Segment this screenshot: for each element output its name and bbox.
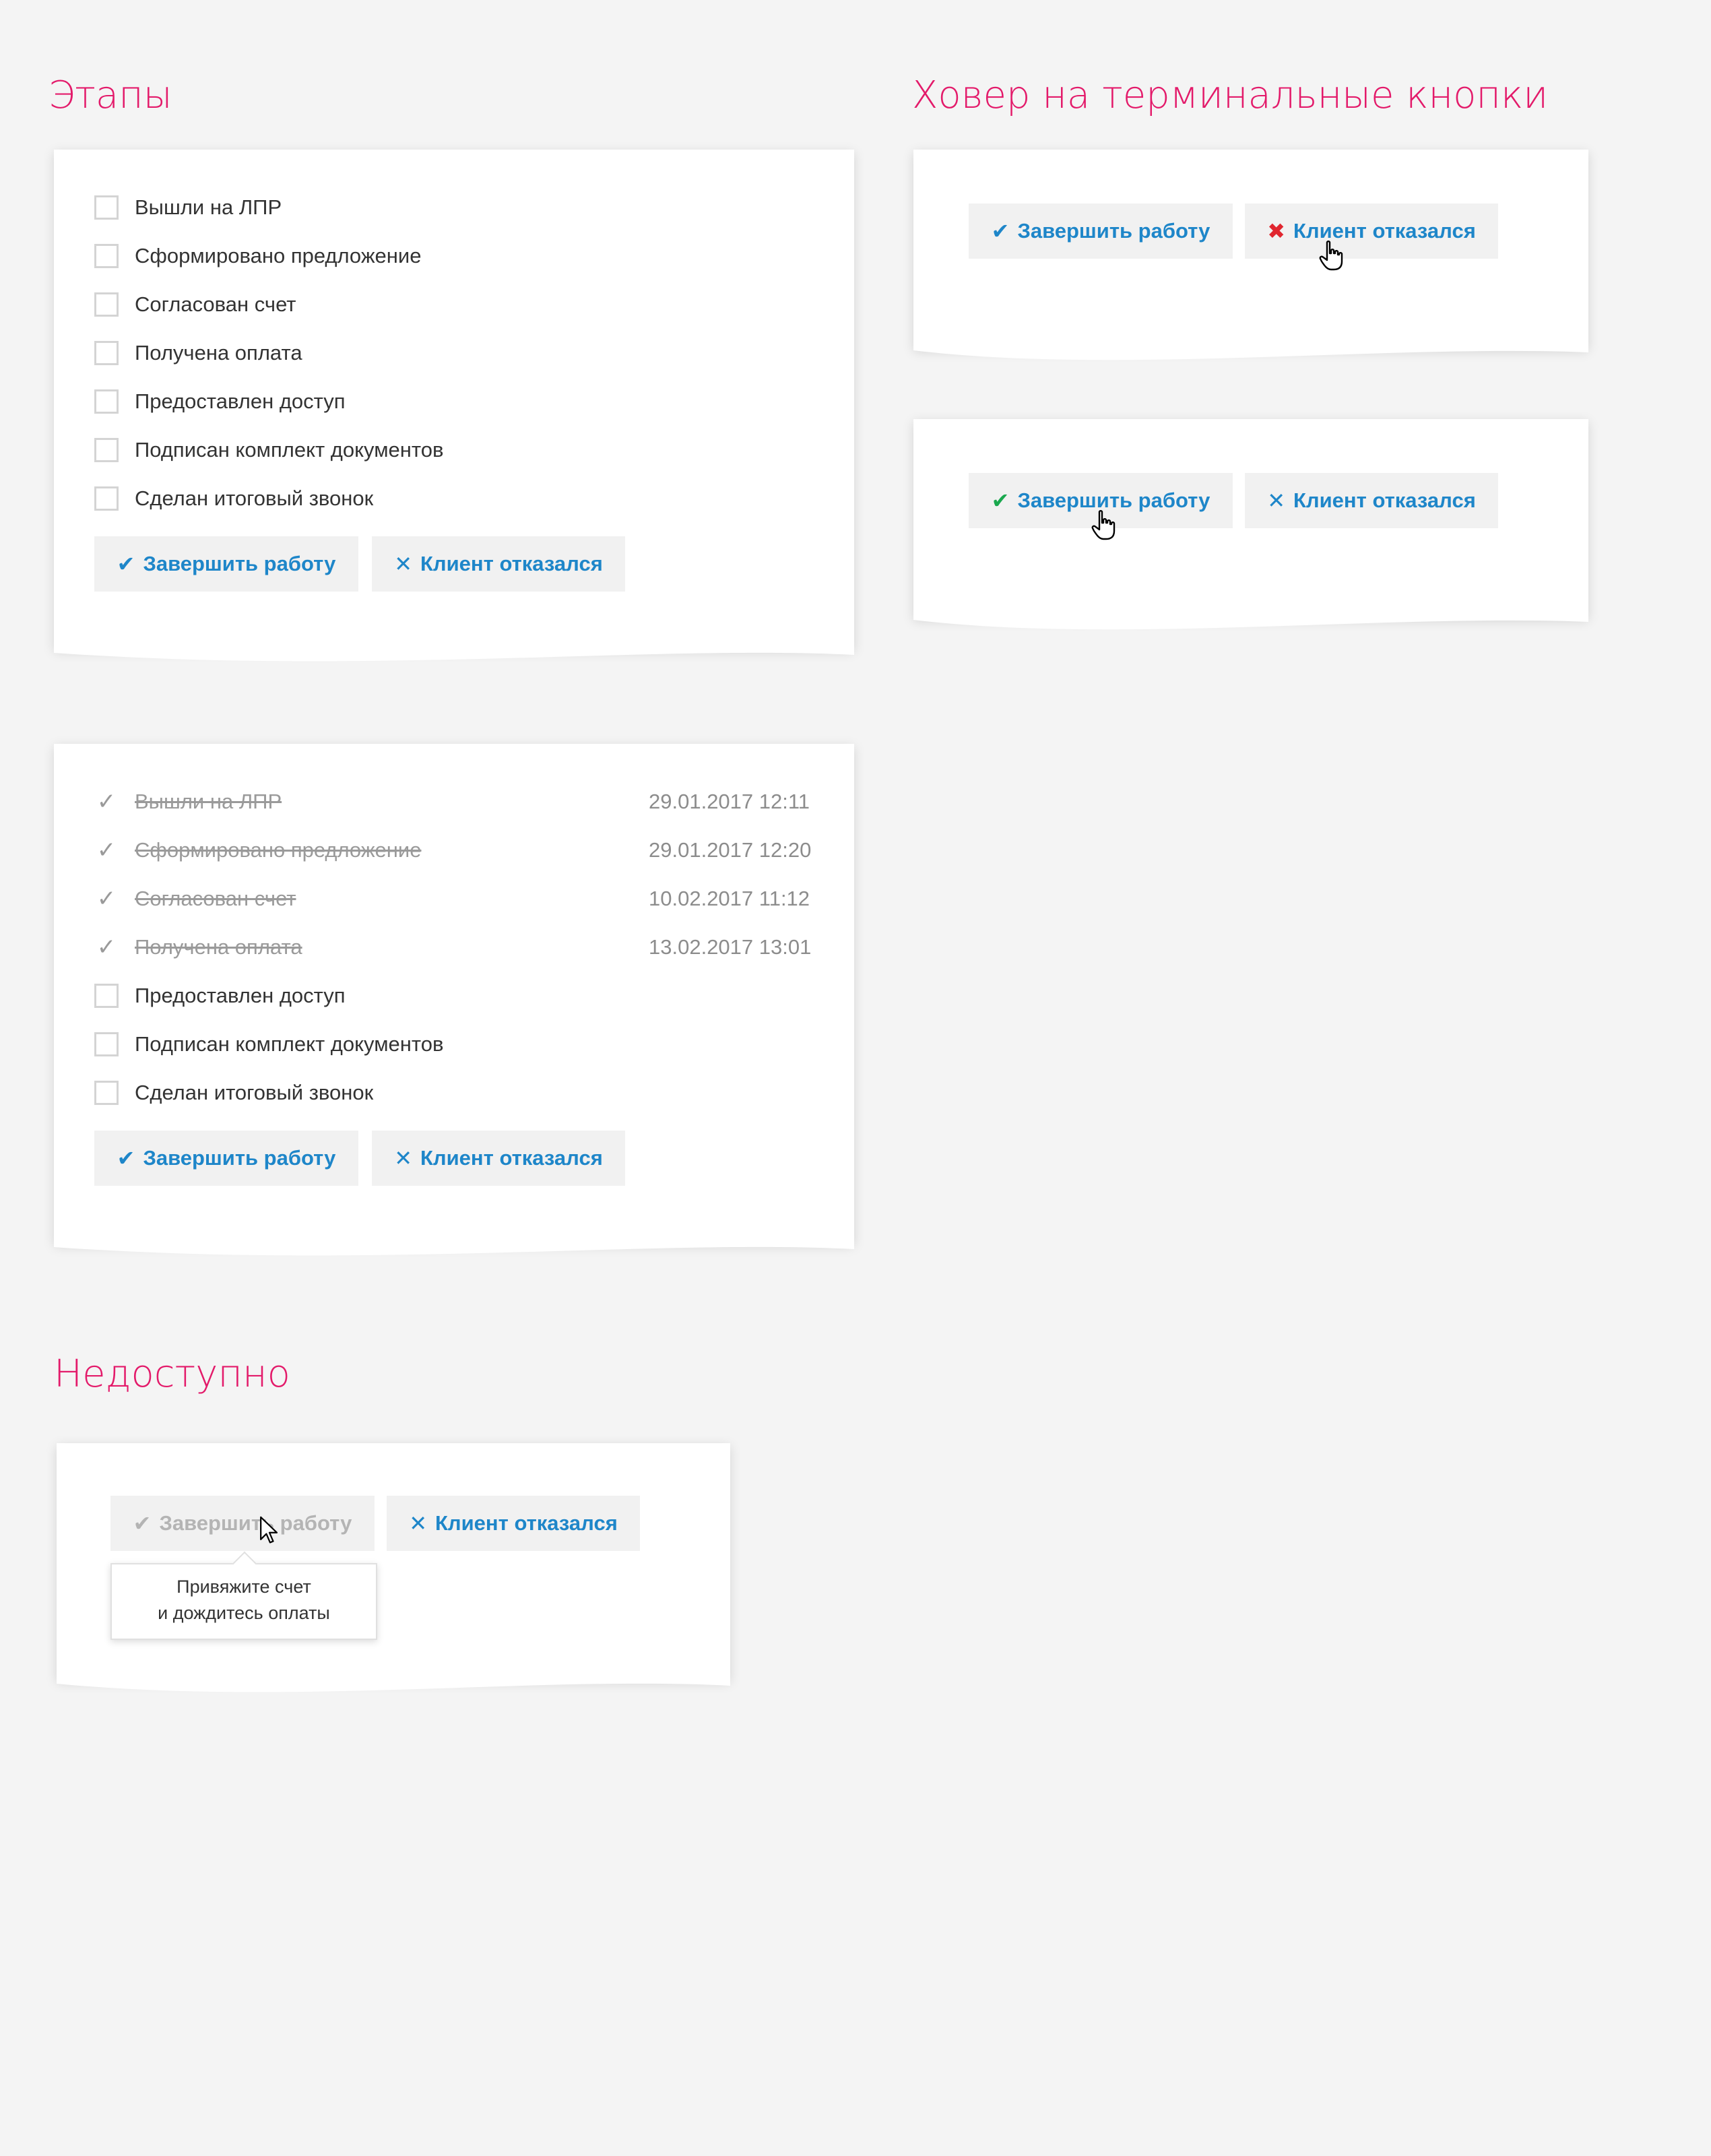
stage-item-done: ✓ Согласован счет 10.02.2017 11:12 (94, 875, 810, 923)
progress-card: ✓ Вышли на ЛПР 29.01.2017 12:11 ✓ Сформиров… (54, 744, 854, 1256)
client-refused-button-hover[interactable]: ✖ Клиент отказался (1245, 203, 1498, 259)
check-icon: ✔ (133, 1511, 152, 1535)
stage-checkbox[interactable] (94, 486, 119, 511)
stage-checkbox[interactable] (94, 292, 119, 317)
client-refused-label: Клиент отказался (420, 552, 603, 575)
stage-item[interactable]: Предоставлен доступ (94, 972, 443, 1020)
stage-checkbox[interactable] (94, 1032, 119, 1056)
stage-label: Подписан комплект документов (135, 438, 444, 462)
close-icon: ✕ (394, 1146, 413, 1170)
client-refused-label: Клиент отказался (420, 1146, 603, 1170)
stage-checkbox[interactable] (94, 984, 119, 1008)
client-refused-label: Клиент отказался (435, 1511, 618, 1535)
hover-refused-card: ✔ Завершить работу ✖ Клиент отказался (913, 150, 1588, 360)
stage-label: Сформировано предложение (135, 838, 422, 862)
unavailable-card: ✔ Завершить работу ✕ Клиент отказался Пр… (57, 1443, 730, 1692)
close-icon: ✖ (1267, 219, 1286, 243)
stage-label: Вышли на ЛПР (135, 195, 282, 219)
check-icon: ✔ (117, 1146, 135, 1170)
tooltip-line: Привяжите счет (176, 1577, 311, 1597)
finish-work-label: Завершить работу (143, 552, 336, 575)
check-mark-icon: ✓ (96, 837, 117, 863)
stage-date: 10.02.2017 11:12 (649, 887, 810, 910)
finish-work-label: Завершить работу (159, 1511, 352, 1535)
stage-item[interactable]: Согласован счет (94, 280, 443, 329)
stage-item[interactable]: Вышли на ЛПР (94, 183, 443, 232)
stage-checkbox[interactable] (94, 438, 119, 462)
hover-finish-card: ✔ Завершить работу ✕ Клиент отказался (913, 419, 1588, 630)
stage-date: 29.01.2017 12:11 (649, 790, 810, 813)
stage-checkbox[interactable] (94, 1081, 119, 1105)
stage-label: Подписан комплект документов (135, 1032, 444, 1056)
stage-item-done: ✓ Сформировано предложение 29.01.2017 12:2… (94, 826, 812, 875)
stage-checkbox[interactable] (94, 244, 119, 268)
check-icon: ✔ (991, 219, 1010, 243)
stage-checkbox[interactable] (94, 389, 119, 414)
stage-item[interactable]: Предоставлен доступ (94, 377, 443, 426)
close-icon: ✕ (1267, 488, 1286, 513)
stage-label: Сделан итоговый звонок (135, 486, 374, 510)
stage-label: Получена оплата (135, 341, 302, 364)
stage-item-done: ✓ Вышли на ЛПР 29.01.2017 12:11 (94, 778, 810, 826)
arrow-pointer-icon (260, 1516, 278, 1544)
stage-item[interactable]: Подписан комплект документов (94, 426, 443, 474)
stage-item[interactable]: Сделан итоговый звонок (94, 474, 443, 523)
finish-work-button[interactable]: ✔ Завершить работу (94, 536, 358, 592)
paper-edge (54, 647, 854, 662)
finish-work-button-disabled[interactable]: ✔ Завершить работу (110, 1496, 375, 1551)
stage-item-done: ✓ Получена оплата 13.02.2017 13:01 (94, 923, 812, 972)
finish-work-label: Завершить работу (1017, 219, 1210, 243)
finish-work-button[interactable]: ✔ Завершить работу (94, 1131, 358, 1186)
stage-label: Сформировано предложение (135, 244, 422, 267)
section-title-hover: Ховер на терминальные кнопки (912, 73, 1549, 117)
stage-date: 13.02.2017 13:01 (649, 935, 812, 959)
client-refused-button[interactable]: ✕ Клиент отказался (387, 1496, 640, 1551)
stage-label: Сделан итоговый звонок (135, 1081, 374, 1104)
client-refused-button[interactable]: ✕ Клиент отказался (372, 536, 625, 592)
stage-item[interactable]: Сформировано предложение (94, 232, 443, 280)
stages-list: Вышли на ЛПР Сформировано предложение Со… (94, 183, 443, 523)
hand-pointer-icon (1091, 510, 1116, 540)
tooltip: Привяжите счет и дождитесь оплаты (110, 1551, 377, 1640)
stage-item[interactable]: Подписан комплект документов (94, 1020, 443, 1069)
stage-label: Получена оплата (135, 935, 302, 959)
close-icon: ✕ (394, 552, 413, 576)
paper-edge (54, 1241, 854, 1256)
paper-edge (913, 616, 1588, 630)
check-icon: ✔ (117, 552, 135, 576)
tooltip-line: и дождитесь оплаты (158, 1603, 330, 1623)
check-icon: ✔ (991, 488, 1010, 513)
stage-label: Вышли на ЛПР (135, 790, 282, 813)
stage-item[interactable]: Сделан итоговый звонок (94, 1069, 443, 1117)
stage-checkbox[interactable] (94, 341, 119, 365)
section-title-stages: Этапы (49, 73, 172, 117)
stage-checkbox[interactable] (94, 195, 119, 220)
stages-list: ✓ Вышли на ЛПР 29.01.2017 12:11 ✓ Сформиров… (94, 778, 812, 1117)
stage-item[interactable]: Получена оплата (94, 329, 443, 377)
stage-label: Предоставлен доступ (135, 389, 346, 413)
stage-label: Согласован счет (135, 292, 296, 316)
paper-edge (57, 1678, 730, 1692)
check-mark-icon: ✓ (96, 789, 117, 815)
paper-edge (913, 346, 1588, 360)
finish-work-button[interactable]: ✔ Завершить работу (969, 203, 1233, 259)
stage-label: Предоставлен доступ (135, 984, 346, 1007)
stage-date: 29.01.2017 12:20 (649, 838, 812, 862)
check-mark-icon: ✓ (96, 934, 117, 960)
finish-work-label: Завершить работу (143, 1146, 336, 1170)
section-title-unavailable: Недоступно (54, 1352, 290, 1396)
hand-pointer-icon (1319, 241, 1343, 271)
stage-label: Согласован счет (135, 887, 296, 910)
close-icon: ✕ (409, 1511, 428, 1535)
stages-card: Вышли на ЛПР Сформировано предложение Со… (54, 150, 854, 662)
client-refused-label: Клиент отказался (1293, 488, 1476, 512)
client-refused-button[interactable]: ✕ Клиент отказался (1245, 473, 1498, 528)
client-refused-button[interactable]: ✕ Клиент отказался (372, 1131, 625, 1186)
check-mark-icon: ✓ (96, 886, 117, 912)
